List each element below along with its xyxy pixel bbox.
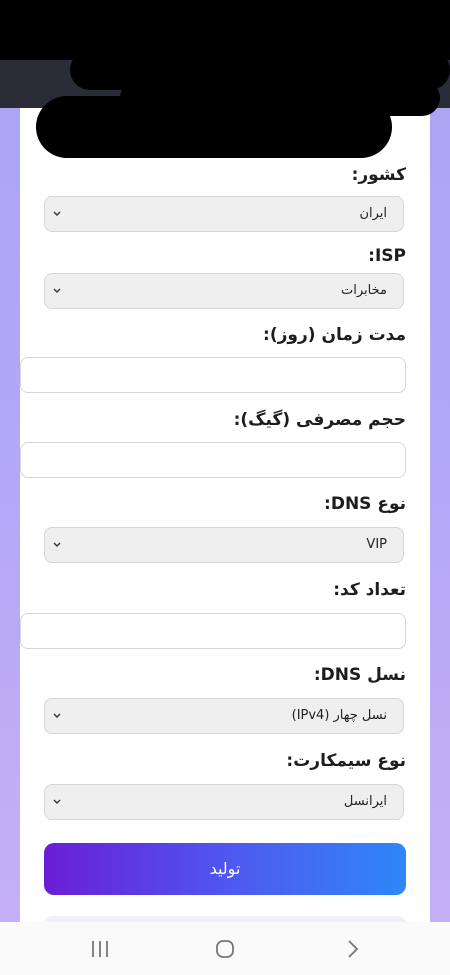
dns-generation-value: نسل چهار (IPv4) xyxy=(291,708,387,723)
duration-label: مدت زمان (روز): xyxy=(263,325,406,345)
isp-select[interactable]: مخابرات xyxy=(44,273,404,309)
isp-label: ISP: xyxy=(368,246,406,266)
dns-generation-label: نسل DNS: xyxy=(313,665,406,685)
code-count-label: تعداد کد: xyxy=(333,580,406,600)
sim-type-value: ایرانسل xyxy=(343,794,387,809)
chevron-down-icon xyxy=(53,799,61,804)
country-value: ایران xyxy=(359,206,387,221)
recent-apps-icon[interactable] xyxy=(88,938,112,960)
chevron-down-icon xyxy=(53,542,61,547)
volume-label: حجم مصرفی (گیگ): xyxy=(233,410,406,430)
code-count-input[interactable] xyxy=(20,613,406,649)
back-icon[interactable] xyxy=(340,938,364,960)
redaction-mark xyxy=(36,96,392,158)
generate-button[interactable]: تولید xyxy=(44,843,406,895)
volume-input[interactable] xyxy=(20,442,406,478)
chevron-down-icon xyxy=(53,713,61,718)
chevron-down-icon xyxy=(53,288,61,293)
dns-generation-select[interactable]: نسل چهار (IPv4) xyxy=(44,698,404,734)
duration-input[interactable] xyxy=(20,357,406,393)
country-select[interactable]: ایران xyxy=(44,196,404,232)
dns-type-label: نوع DNS: xyxy=(324,494,406,514)
dns-type-value: VIP xyxy=(366,537,387,552)
generate-button-label: تولید xyxy=(209,859,241,878)
sim-type-select[interactable]: ایرانسل xyxy=(44,784,404,820)
sim-type-label: نوع سیمکارت: xyxy=(286,751,406,771)
home-icon[interactable] xyxy=(213,938,237,960)
isp-value: مخابرات xyxy=(341,283,387,298)
dns-type-select[interactable]: VIP xyxy=(44,527,404,563)
chevron-down-icon xyxy=(53,211,61,216)
country-label: کشور: xyxy=(351,165,406,185)
system-nav-bar xyxy=(0,922,450,975)
